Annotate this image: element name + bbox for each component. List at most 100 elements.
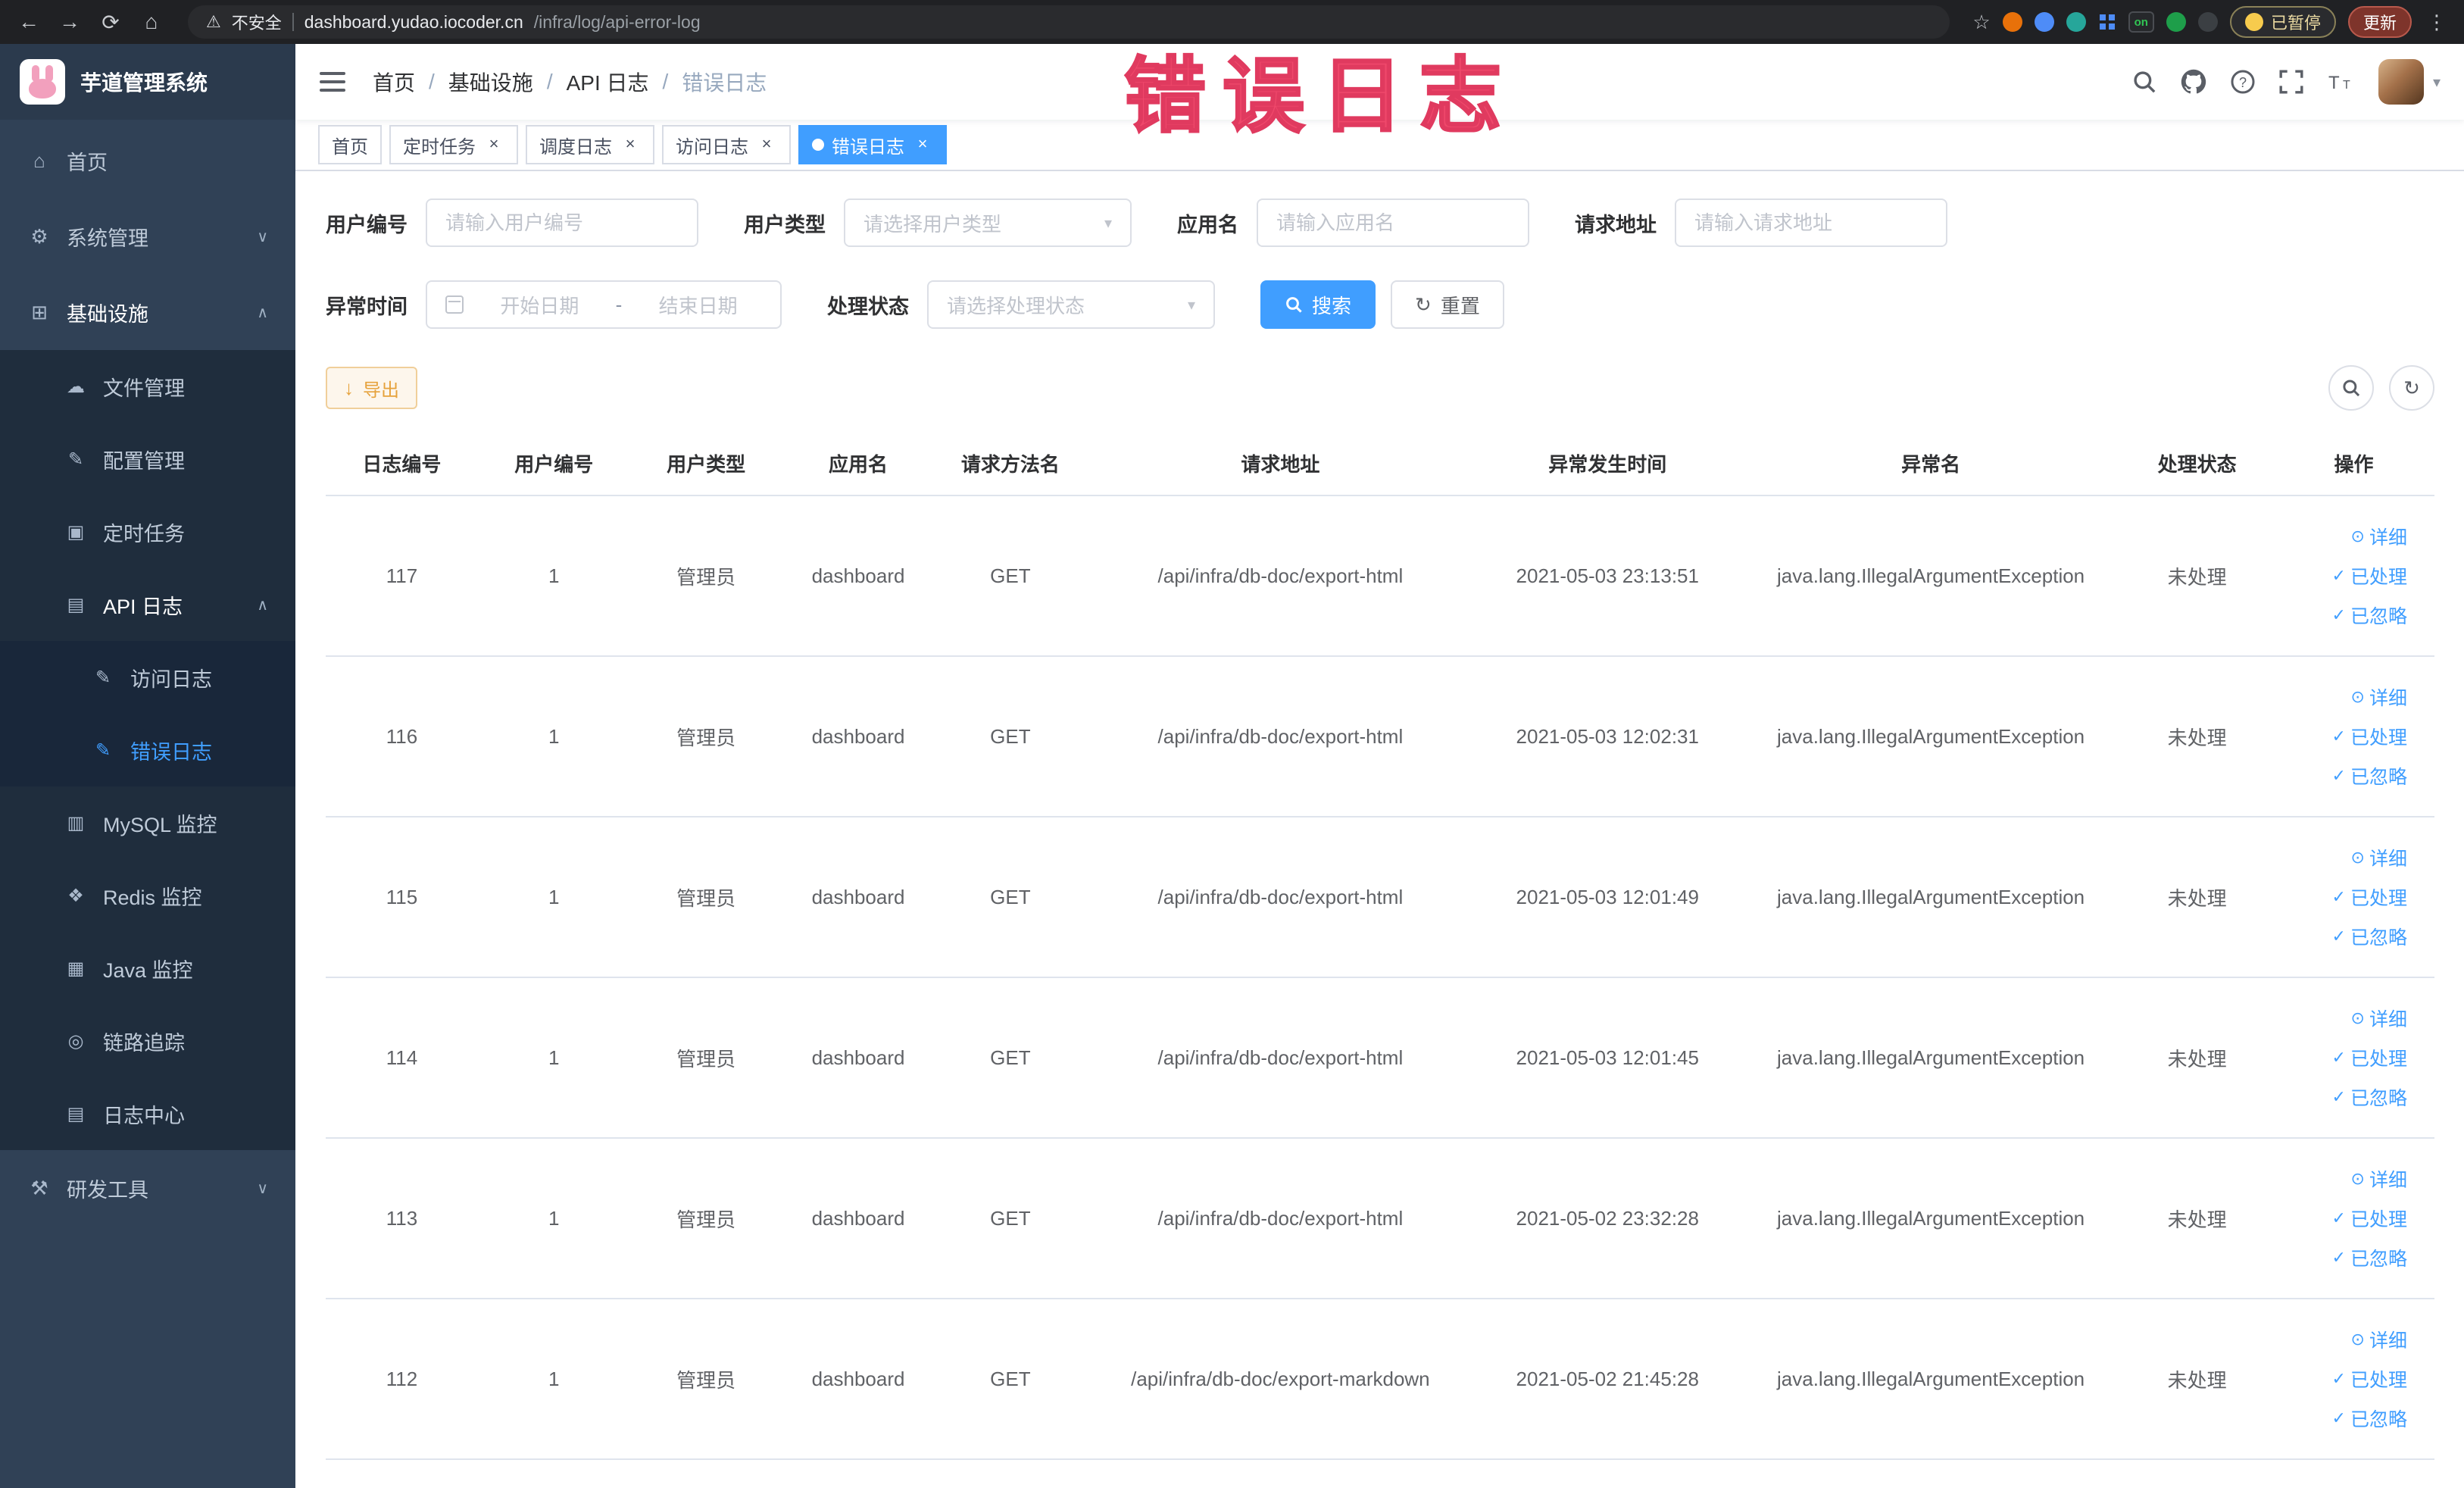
sidebar-item-java-monitor[interactable]: ▦ Java 监控: [0, 932, 295, 1005]
cell-user-id: 1: [477, 656, 630, 817]
app-name-field[interactable]: [1276, 211, 1510, 235]
address-bar[interactable]: ⚠ 不安全 dashboard.yudao.iocoder.cn/infra/l…: [188, 5, 1950, 39]
detail-link[interactable]: ⊙ 详细: [2351, 1326, 2407, 1353]
process-status-select[interactable]: 请选择处理状态 ▾: [927, 280, 1215, 329]
update-button[interactable]: 更新: [2347, 6, 2412, 38]
extension-icon-dark[interactable]: [2197, 12, 2218, 32]
extension-icon-green[interactable]: [2166, 12, 2186, 32]
app-name-input[interactable]: [1257, 199, 1529, 247]
detail-link[interactable]: ⊙ 详细: [2351, 844, 2407, 871]
tab-schedule-logs[interactable]: 调度日志 ×: [526, 125, 654, 164]
date-range-picker[interactable]: 开始日期 - 结束日期: [426, 280, 782, 329]
mark-processed-link[interactable]: ✓ 已处理: [2332, 1365, 2407, 1393]
sidebar: 芋道管理系统 ⌂ 首页 ⚙ 系统管理 ∨ ⊞ 基础设施 ∧ ☁ 文件管理 ✎ 配…: [0, 44, 295, 1488]
sidebar-item-mysql-monitor[interactable]: ▥ MySQL 监控: [0, 786, 295, 859]
search-button[interactable]: 搜索: [1260, 280, 1376, 329]
sidebar-item-api-logs[interactable]: ▤ API 日志 ∧: [0, 568, 295, 641]
mark-processed-link[interactable]: ✓ 已处理: [2332, 1044, 2407, 1071]
cell-exception: java.lang.IllegalArgumentException: [1741, 1138, 2122, 1299]
sidebar-item-file-management[interactable]: ☁ 文件管理: [0, 350, 295, 423]
breadcrumb-item[interactable]: API 日志: [567, 67, 649, 97]
search-icon[interactable]: [2131, 69, 2157, 95]
mark-ignored-link[interactable]: ✓ 已忽略: [2332, 923, 2407, 950]
sidebar-item-home[interactable]: ⌂ 首页: [0, 123, 295, 199]
mark-processed-link[interactable]: ✓ 已处理: [2332, 562, 2407, 589]
mark-ignored-link[interactable]: ✓ 已忽略: [2332, 1405, 2407, 1432]
col-header-log-id: 日志编号: [326, 432, 478, 496]
cell-app-name: dashboard: [782, 656, 935, 817]
forward-icon[interactable]: →: [56, 10, 83, 34]
mark-ignored-link[interactable]: ✓ 已忽略: [2332, 1083, 2407, 1111]
request-url-input[interactable]: [1675, 199, 1947, 247]
detail-link[interactable]: ⊙ 详细: [2351, 1165, 2407, 1193]
mark-processed-link[interactable]: ✓ 已处理: [2332, 1205, 2407, 1232]
chevron-up-icon: ∧: [257, 596, 268, 614]
detail-link[interactable]: ⊙ 详细: [2351, 1005, 2407, 1032]
help-icon[interactable]: ?: [2230, 69, 2256, 95]
filter-label: 处理状态: [827, 295, 909, 318]
check-icon: ✓: [2331, 605, 2346, 624]
export-button[interactable]: ↓ 导出: [326, 367, 417, 409]
extension-icon-orange[interactable]: [2002, 12, 2022, 32]
extension-icon-blue-drop[interactable]: [2034, 12, 2054, 32]
bookmark-star-icon[interactable]: ☆: [1972, 11, 1990, 34]
detail-link[interactable]: ⊙ 详细: [2351, 683, 2407, 711]
hamburger-icon[interactable]: [320, 72, 345, 92]
mark-ignored-link[interactable]: ✓ 已忽略: [2332, 762, 2407, 789]
sidebar-item-config-management[interactable]: ✎ 配置管理: [0, 423, 295, 495]
browser-menu-icon[interactable]: ⋮: [2424, 11, 2450, 34]
fullscreen-icon[interactable]: [2278, 69, 2304, 95]
back-icon[interactable]: ←: [15, 10, 42, 34]
mark-processed-link[interactable]: ✓ 已处理: [2332, 723, 2407, 750]
sidebar-logo[interactable]: 芋道管理系统: [0, 44, 295, 120]
font-size-icon[interactable]: TT: [2327, 70, 2356, 94]
cell-method: GET: [934, 1299, 1087, 1460]
breadcrumb-item[interactable]: 基础设施: [448, 67, 533, 97]
extension-icon-teal[interactable]: [2066, 12, 2086, 32]
sidebar-item-log-center[interactable]: ▤ 日志中心: [0, 1077, 295, 1150]
sidebar-item-access-logs[interactable]: ✎ 访问日志: [0, 641, 295, 714]
filter-row-2: 异常时间 开始日期 - 结束日期 处理状态 请选择处理状态 ▾ 搜索 ↻ 重置: [326, 280, 2434, 329]
col-header-user-type: 用户类型: [629, 432, 782, 496]
mark-processed-link[interactable]: ✓ 已处理: [2332, 883, 2407, 911]
sidebar-item-system-management[interactable]: ⚙ 系统管理 ∨: [0, 199, 295, 274]
cell-actions: ⊙ 详细 ✓ 已处理 ✓ 已忽略: [2273, 1138, 2434, 1299]
sidebar-item-link-tracing[interactable]: ◎ 链路追踪: [0, 1005, 295, 1077]
user-type-select[interactable]: 请选择用户类型 ▾: [844, 199, 1132, 247]
sidebar-item-redis-monitor[interactable]: ❖ Redis 监控: [0, 859, 295, 932]
extension-icon-grid[interactable]: [2098, 13, 2116, 31]
chevron-down-icon: ∨: [257, 228, 268, 245]
user-id-input[interactable]: [426, 199, 698, 247]
tab-home[interactable]: 首页: [318, 125, 382, 164]
browser-home-icon[interactable]: ⌂: [138, 10, 165, 34]
cell-exception: java.lang.IllegalArgumentException: [1741, 1299, 2122, 1460]
close-icon[interactable]: ×: [756, 134, 777, 155]
close-icon[interactable]: ×: [483, 134, 504, 155]
sidebar-item-scheduled-tasks[interactable]: ▣ 定时任务: [0, 495, 295, 568]
toggle-search-button[interactable]: [2328, 365, 2374, 411]
tab-access-logs[interactable]: 访问日志 ×: [662, 125, 791, 164]
sidebar-item-label: 配置管理: [103, 449, 185, 473]
tab-error-logs[interactable]: 错误日志 ×: [798, 125, 947, 164]
tab-scheduled-tasks[interactable]: 定时任务 ×: [389, 125, 518, 164]
extension-on-badge[interactable]: on: [2128, 11, 2154, 33]
mark-ignored-link[interactable]: ✓ 已忽略: [2332, 602, 2407, 629]
github-icon[interactable]: [2180, 68, 2207, 95]
cell-time: 2021-05-03 12:01:49: [1474, 817, 1741, 978]
sidebar-item-infrastructure[interactable]: ⊞ 基础设施 ∧: [0, 274, 295, 350]
request-url-field[interactable]: [1694, 211, 1928, 235]
reset-button[interactable]: ↻ 重置: [1391, 280, 1504, 329]
close-icon[interactable]: ×: [912, 134, 933, 155]
user-menu[interactable]: ▾: [2378, 59, 2441, 105]
breadcrumb-item[interactable]: 首页: [373, 67, 415, 97]
sidebar-item-dev-tools[interactable]: ⚒ 研发工具 ∨: [0, 1150, 295, 1226]
reload-icon[interactable]: ⟳: [97, 10, 124, 35]
close-icon[interactable]: ×: [620, 134, 641, 155]
top-navbar: 首页 / 基础设施 / API 日志 / 错误日志 ? T T ▾: [295, 44, 2464, 120]
sidebar-item-error-logs[interactable]: ✎ 错误日志: [0, 714, 295, 786]
paused-chip[interactable]: 已暂停: [2229, 6, 2336, 38]
mark-ignored-link[interactable]: ✓ 已忽略: [2332, 1244, 2407, 1271]
refresh-table-button[interactable]: ↻: [2389, 365, 2434, 411]
detail-link[interactable]: ⊙ 详细: [2351, 523, 2407, 550]
user-id-field[interactable]: [445, 211, 679, 235]
